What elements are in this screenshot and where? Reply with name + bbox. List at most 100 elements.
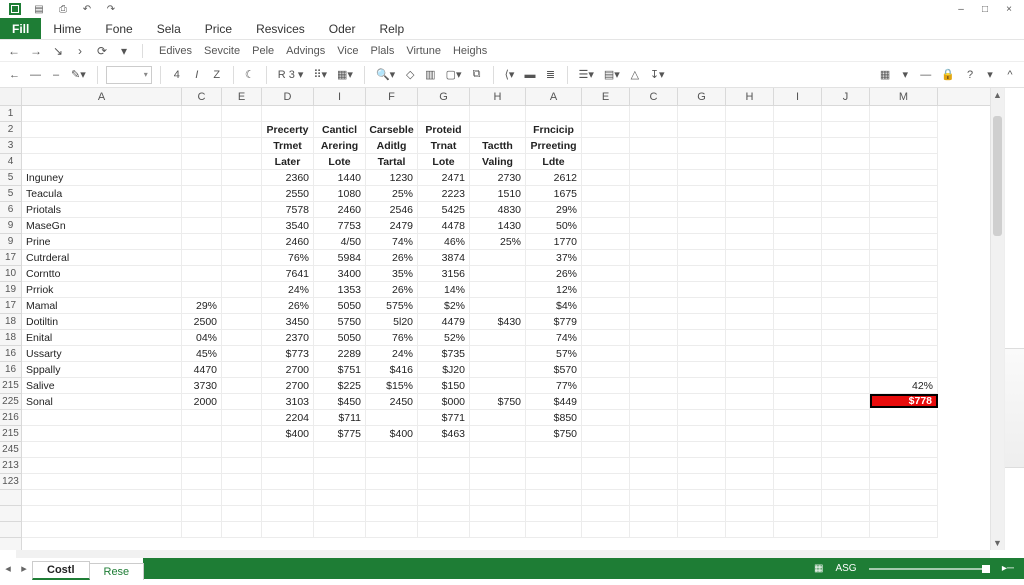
collapse-icon[interactable]: ^ xyxy=(1002,66,1018,84)
cell[interactable]: Later xyxy=(262,154,314,170)
cell[interactable]: 2500 xyxy=(182,314,222,330)
vertical-scrollbar[interactable]: ▲ ▼ xyxy=(990,88,1004,550)
cell[interactable] xyxy=(470,522,526,538)
cell[interactable]: 2730 xyxy=(470,170,526,186)
cell[interactable]: $400 xyxy=(262,426,314,442)
ribbon-tab-2[interactable]: Sela xyxy=(145,18,193,39)
cell[interactable] xyxy=(222,410,262,426)
cell[interactable] xyxy=(314,442,366,458)
cell[interactable] xyxy=(418,442,470,458)
cell[interactable] xyxy=(630,250,678,266)
row-header[interactable]: 6 xyxy=(0,202,21,218)
cell[interactable] xyxy=(726,106,774,122)
cell[interactable] xyxy=(222,330,262,346)
cell[interactable] xyxy=(222,298,262,314)
cell[interactable] xyxy=(22,506,182,522)
cell[interactable] xyxy=(262,458,314,474)
table-icon[interactable]: ▥ xyxy=(422,66,438,84)
cell[interactable] xyxy=(678,218,726,234)
cell[interactable]: 52% xyxy=(418,330,470,346)
cell[interactable]: 2479 xyxy=(366,218,418,234)
cell[interactable]: 2289 xyxy=(314,346,366,362)
cell[interactable] xyxy=(582,266,630,282)
lock-icon[interactable]: 🔒 xyxy=(938,66,958,84)
cell[interactable] xyxy=(470,442,526,458)
col-header[interactable]: E xyxy=(222,88,262,105)
cell[interactable] xyxy=(262,442,314,458)
cell[interactable]: $750 xyxy=(470,394,526,410)
cell[interactable] xyxy=(630,458,678,474)
cell[interactable] xyxy=(526,458,582,474)
list2-icon[interactable]: ▤▾ xyxy=(601,66,623,84)
cell[interactable] xyxy=(726,170,774,186)
cell[interactable] xyxy=(774,506,822,522)
cell[interactable] xyxy=(870,474,938,490)
cell[interactable] xyxy=(630,378,678,394)
font-size-box[interactable] xyxy=(106,66,152,84)
cell[interactable] xyxy=(630,106,678,122)
cell[interactable]: 5425 xyxy=(418,202,470,218)
col-header[interactable]: F xyxy=(366,88,418,105)
row-header[interactable]: 215 xyxy=(0,378,21,394)
cell[interactable] xyxy=(314,474,366,490)
cell[interactable] xyxy=(630,506,678,522)
cell[interactable] xyxy=(470,362,526,378)
cell[interactable]: $751 xyxy=(314,362,366,378)
cell[interactable]: Sonal xyxy=(22,394,182,410)
subrow-item-0[interactable]: Edives xyxy=(153,45,198,57)
col-header[interactable]: D xyxy=(262,88,314,105)
r3-icon[interactable]: R 3 ▾ xyxy=(275,66,307,84)
row-header[interactable]: 1 xyxy=(0,106,21,122)
cell[interactable]: Mamal xyxy=(22,298,182,314)
view-normal-icon[interactable]: ▦ xyxy=(814,563,823,574)
cell[interactable]: 2000 xyxy=(182,394,222,410)
cell[interactable] xyxy=(182,490,222,506)
cell[interactable] xyxy=(470,298,526,314)
cell[interactable] xyxy=(774,154,822,170)
cell[interactable]: $779 xyxy=(526,314,582,330)
subrow-item-3[interactable]: Advings xyxy=(280,45,331,57)
cell-area[interactable]: PrecertyCanticlCarsebleProteidFrncicipTr… xyxy=(22,106,990,550)
row-header[interactable]: 245 xyxy=(0,442,21,458)
cell[interactable] xyxy=(418,106,470,122)
cell[interactable] xyxy=(870,298,938,314)
cell[interactable]: $711 xyxy=(314,410,366,426)
cell[interactable] xyxy=(870,506,938,522)
cell[interactable] xyxy=(774,426,822,442)
cell[interactable]: Sppally xyxy=(22,362,182,378)
cell[interactable] xyxy=(526,522,582,538)
ribbon-tab-5[interactable]: Oder xyxy=(317,18,368,39)
cell[interactable]: $150 xyxy=(418,378,470,394)
cell[interactable] xyxy=(678,442,726,458)
cell[interactable] xyxy=(630,362,678,378)
cell[interactable] xyxy=(582,106,630,122)
cell[interactable] xyxy=(222,314,262,330)
cell[interactable] xyxy=(630,426,678,442)
cell[interactable] xyxy=(582,218,630,234)
cell[interactable] xyxy=(870,442,938,458)
cell[interactable] xyxy=(822,394,870,410)
cell[interactable] xyxy=(222,266,262,282)
cell[interactable] xyxy=(822,218,870,234)
cell[interactable]: 14% xyxy=(418,282,470,298)
cell[interactable] xyxy=(822,202,870,218)
cell[interactable] xyxy=(418,490,470,506)
cell[interactable]: Valing xyxy=(470,154,526,170)
col-header[interactable]: I xyxy=(774,88,822,105)
cell[interactable] xyxy=(22,442,182,458)
cell[interactable] xyxy=(182,410,222,426)
col-header[interactable]: H xyxy=(470,88,526,105)
cell[interactable]: 5984 xyxy=(314,250,366,266)
cell[interactable] xyxy=(630,346,678,362)
cell[interactable]: 7578 xyxy=(262,202,314,218)
cell[interactable] xyxy=(630,490,678,506)
cell[interactable] xyxy=(222,378,262,394)
row-header[interactable]: 16 xyxy=(0,346,21,362)
cell[interactable] xyxy=(774,490,822,506)
cell[interactable]: 5050 xyxy=(314,298,366,314)
cell[interactable]: 29% xyxy=(526,202,582,218)
cell[interactable]: 3156 xyxy=(418,266,470,282)
sheet-nav-prev[interactable]: ◂ xyxy=(0,558,16,579)
ribbon-tab-6[interactable]: Relp xyxy=(367,18,416,39)
cell[interactable] xyxy=(822,298,870,314)
